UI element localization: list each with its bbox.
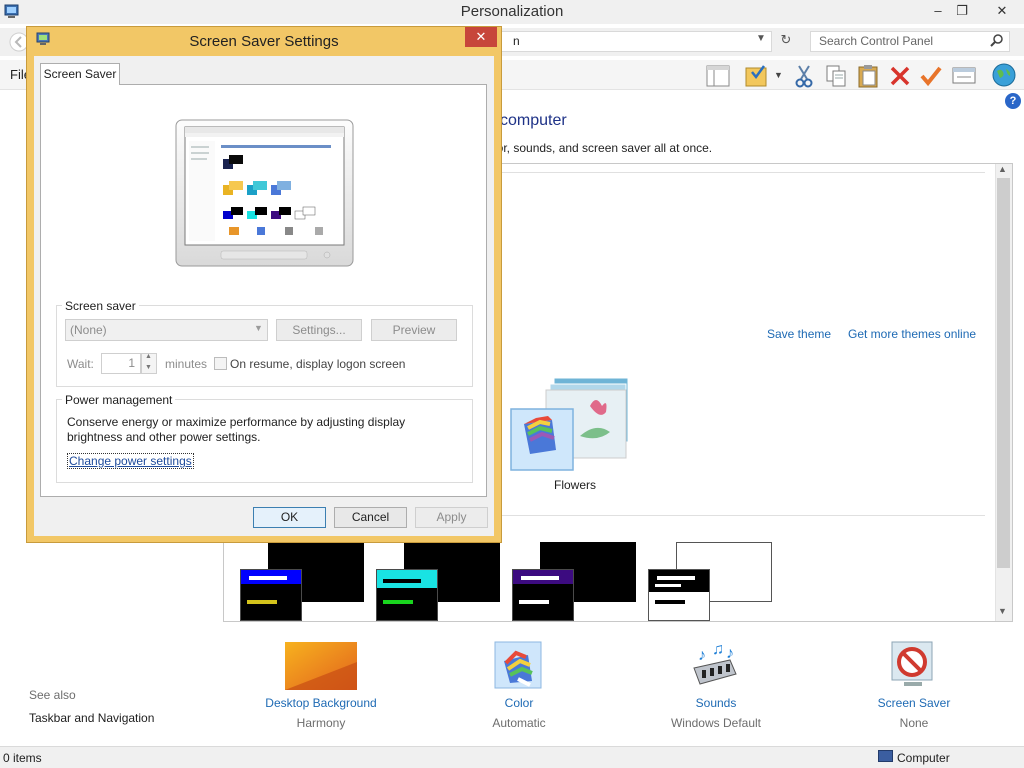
stepper-up-icon[interactable]: ▲ (145, 353, 152, 360)
status-item-count: 0 items (3, 751, 42, 765)
sounds-icon[interactable]: ♪ ♫ ♪ (690, 640, 740, 690)
minutes-label: minutes (165, 357, 208, 371)
stepper-down-icon[interactable]: ▼ (145, 364, 152, 371)
color-value: Automatic (492, 716, 546, 730)
wait-label: Wait: (67, 357, 94, 371)
address-bar[interactable]: n (490, 31, 772, 52)
window-title: Personalization (460, 3, 564, 20)
get-more-themes-link[interactable]: Get more themes online (848, 327, 976, 341)
wait-minutes-input[interactable]: 1 (101, 353, 141, 374)
folder-options-icon[interactable] (744, 63, 770, 89)
svg-text:♪: ♪ (698, 647, 706, 664)
theme-divider (500, 172, 985, 173)
theme-window-preview (376, 569, 438, 621)
computer-icon (878, 750, 893, 762)
desktop-background-icon[interactable] (285, 642, 357, 690)
theme-divider (500, 515, 985, 516)
taskbar-navigation-link[interactable]: Taskbar and Navigation (29, 711, 154, 725)
screen-saver-group (56, 305, 473, 387)
panel-heading: computer (500, 112, 567, 129)
screen-saver-group-label: Screen saver (62, 299, 139, 313)
apply-button[interactable]: Apply (415, 507, 488, 528)
pane-layout-icon[interactable] (706, 65, 730, 87)
settings-button[interactable]: Settings... (276, 319, 362, 341)
theme-window-preview (648, 569, 710, 621)
refresh-icon[interactable]: ↻ (776, 32, 796, 51)
screen-saver-select[interactable]: (None) (65, 319, 268, 341)
desktop-background-value: Harmony (296, 716, 346, 730)
monitor-preview (175, 119, 354, 267)
svg-text:♫: ♫ (712, 641, 724, 658)
desktop-background-link[interactable]: Desktop Background (241, 696, 401, 710)
change-power-settings-link[interactable]: Change power settings (67, 453, 194, 469)
power-management-label: Power management (62, 393, 176, 407)
chevron-down-icon[interactable]: ▼ (774, 70, 783, 80)
status-bar (0, 746, 1024, 768)
chevron-down-icon[interactable]: ▼ (254, 323, 263, 333)
ok-button[interactable]: OK (253, 507, 326, 528)
properties-icon[interactable] (952, 66, 976, 86)
flowers-theme-thumbnail[interactable] (510, 376, 635, 472)
search-icon[interactable] (990, 33, 1004, 47)
panel-subtext: lor, sounds, and screen saver all at onc… (494, 141, 713, 155)
help-icon[interactable]: ? (1005, 93, 1021, 109)
resume-logon-label[interactable]: On resume, display logon screen (230, 357, 405, 371)
restore-button[interactable]: ❐ (948, 0, 976, 22)
cut-icon[interactable] (793, 64, 815, 88)
scroll-down-icon[interactable]: ▼ (998, 606, 1007, 616)
sounds-value: Windows Default (670, 716, 762, 730)
sounds-link[interactable]: Sounds (636, 696, 796, 710)
screen-saver-icon[interactable] (888, 640, 936, 690)
see-also-label: See also (29, 688, 76, 702)
power-management-description: Conserve energy or maximize performance … (67, 415, 406, 444)
search-input[interactable]: Search Control Panel (810, 31, 1010, 52)
color-link[interactable]: Color (439, 696, 599, 710)
svg-text:♪: ♪ (726, 645, 734, 662)
copy-icon[interactable] (825, 64, 847, 88)
cancel-button[interactable]: Cancel (334, 507, 407, 528)
save-theme-link[interactable]: Save theme (767, 327, 831, 341)
preview-button[interactable]: Preview (371, 319, 457, 341)
color-icon[interactable] (494, 641, 542, 689)
delete-icon[interactable] (889, 65, 911, 87)
screen-saver-value: None (899, 716, 929, 730)
theme-window-preview (512, 569, 574, 621)
paste-icon[interactable] (856, 63, 880, 89)
dialog-close-button[interactable]: ✕ (465, 27, 497, 47)
scrollbar-thumb[interactable] (997, 178, 1010, 568)
screen-saver-link[interactable]: Screen Saver (834, 696, 994, 710)
scroll-up-icon[interactable]: ▲ (998, 164, 1007, 174)
close-button[interactable]: ✕ (984, 0, 1020, 22)
dialog-title: Screen Saver Settings (189, 33, 339, 50)
globe-icon[interactable] (991, 62, 1017, 88)
status-location: Computer (897, 751, 950, 765)
theme-window-preview (240, 569, 302, 621)
flowers-theme-label: Flowers (554, 478, 597, 492)
checkmark-icon[interactable] (919, 64, 943, 88)
chevron-down-icon[interactable]: ▼ (756, 33, 766, 44)
resume-logon-checkbox[interactable] (214, 357, 227, 370)
tab-screen-saver[interactable]: Screen Saver (40, 63, 120, 85)
